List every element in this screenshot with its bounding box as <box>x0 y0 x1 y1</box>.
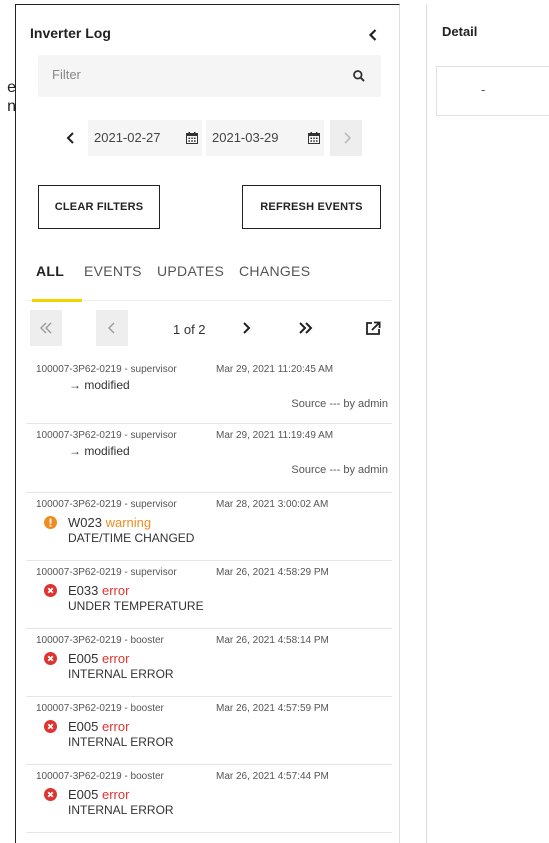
entry-device: 100007-3P62-0219 - supervisor <box>36 499 177 510</box>
chevron-left-icon <box>368 29 377 41</box>
page: e n Inverter Log 2021-02-27 <box>0 0 549 843</box>
entry-time: Mar 26, 2021 4:58:14 PM <box>216 635 329 646</box>
background-text-line-2: n <box>7 98 16 115</box>
list-item[interactable]: 100007-3P62-0219 - supervisor Mar 26, 20… <box>26 561 392 629</box>
entry-description: INTERNAL ERROR <box>68 667 174 681</box>
export-icon <box>366 321 381 335</box>
entry-time: Mar 29, 2021 11:19:49 AM <box>216 430 334 441</box>
entry-description: INTERNAL ERROR <box>68 735 174 749</box>
entry-time: Mar 26, 2021 4:58:29 PM <box>216 567 329 578</box>
last-page-button[interactable] <box>294 310 318 346</box>
entry-source: Source --- by admin <box>291 464 388 476</box>
chevron-left-icon <box>66 132 74 144</box>
double-chevron-right-icon <box>299 322 313 334</box>
entry-severity: error <box>102 583 130 598</box>
entry-change: → modified <box>69 444 130 458</box>
warning-circle-icon <box>44 516 57 529</box>
tab-updates[interactable]: UPDATES <box>157 263 224 301</box>
date-from-field[interactable]: 2021-02-27 <box>88 120 202 156</box>
entry-description: DATE/TIME CHANGED <box>68 531 195 545</box>
list-item[interactable]: 100007-3P62-0219 - booster Mar 26, 2021 … <box>26 765 392 833</box>
background-text-line-1: e <box>7 79 16 96</box>
date-range: 2021-02-27 2021-03-29 <box>64 120 384 156</box>
entry-description: INTERNAL ERROR <box>68 803 174 817</box>
list-item[interactable]: 100007-3P62-0219 - supervisor Mar 28, 20… <box>26 493 392 561</box>
inverter-log-panel: Inverter Log 2021-02-27 <box>15 4 400 843</box>
double-chevron-left-icon <box>40 322 52 334</box>
error-circle-icon <box>44 584 57 597</box>
clear-filters-button[interactable]: CLEAR FILTERS <box>38 185 160 229</box>
chevron-right-icon <box>243 322 251 334</box>
tab-events[interactable]: EVENTS <box>84 263 142 301</box>
entry-time: Mar 26, 2021 4:57:59 PM <box>216 703 329 714</box>
date-next-button[interactable] <box>330 120 362 156</box>
entry-device: 100007-3P62-0219 - booster <box>36 703 164 714</box>
entry-code: W023 <box>68 515 102 530</box>
entry-time: Mar 26, 2021 4:57:44 PM <box>216 771 329 782</box>
list-item[interactable]: 100007-3P62-0219 - supervisor Mar 29, 20… <box>26 358 392 424</box>
calendar-icon[interactable] <box>308 132 320 144</box>
chevron-right-icon <box>344 132 352 144</box>
filter-box <box>38 55 381 97</box>
pager: 1 of 2 <box>28 308 393 350</box>
entry-code: E005 <box>68 719 99 734</box>
entry-change: → modified <box>69 378 130 392</box>
entry-code: E005 <box>68 787 99 802</box>
entry-time: Mar 28, 2021 3:00:02 AM <box>216 499 329 510</box>
error-circle-icon <box>44 652 57 665</box>
date-from-value: 2021-02-27 <box>94 130 161 145</box>
tab-changes[interactable]: CHANGES <box>239 263 310 301</box>
entry-code: E005 <box>68 651 99 666</box>
detail-box: - <box>436 66 549 116</box>
entry-source: Source --- by admin <box>291 398 388 410</box>
next-page-button[interactable] <box>236 310 260 346</box>
list-item[interactable]: 100007-3P62-0219 - supervisor Mar 29, 20… <box>26 424 392 493</box>
list-item[interactable]: 100007-3P62-0219 - booster Mar 26, 2021 … <box>26 629 392 697</box>
entry-device: 100007-3P62-0219 - supervisor <box>36 567 177 578</box>
entry-device: 100007-3P62-0219 - booster <box>36 635 164 646</box>
event-list: 100007-3P62-0219 - supervisor Mar 29, 20… <box>26 358 392 833</box>
date-to-value: 2021-03-29 <box>212 130 279 145</box>
entry-code: E033 <box>68 583 99 598</box>
error-circle-icon <box>44 788 57 801</box>
detail-panel: Detail - <box>426 4 549 843</box>
entry-severity: error <box>102 787 130 802</box>
entry-severity: warning <box>105 515 152 530</box>
chevron-left-icon <box>108 322 115 334</box>
panel-title: Inverter Log <box>30 25 111 41</box>
detail-value: - <box>481 82 486 97</box>
date-to-field[interactable]: 2021-03-29 <box>206 120 324 156</box>
entry-device: 100007-3P62-0219 - supervisor <box>36 364 177 375</box>
date-prev-button[interactable] <box>64 130 78 146</box>
prev-page-button[interactable] <box>96 310 128 346</box>
entry-time: Mar 29, 2021 11:20:45 AM <box>216 364 334 375</box>
calendar-icon[interactable] <box>186 132 198 144</box>
first-page-button[interactable] <box>30 310 62 346</box>
filter-input[interactable] <box>52 67 332 82</box>
entry-severity: error <box>102 651 130 666</box>
entry-severity: error <box>102 719 130 734</box>
export-button[interactable] <box>362 310 386 346</box>
background-text: e n <box>0 78 16 116</box>
refresh-events-button[interactable]: REFRESH EVENTS <box>242 185 381 229</box>
tab-all[interactable]: ALL <box>31 263 83 302</box>
search-icon[interactable] <box>352 69 366 83</box>
entry-device: 100007-3P62-0219 - booster <box>36 771 164 782</box>
tab-bar: ALL EVENTS UPDATES CHANGES <box>26 263 391 302</box>
entry-description: UNDER TEMPERATURE <box>68 599 204 613</box>
entry-device: 100007-3P62-0219 - supervisor <box>36 430 177 441</box>
list-item[interactable]: 100007-3P62-0219 - booster Mar 26, 2021 … <box>26 697 392 765</box>
page-count: 1 of 2 <box>173 322 206 337</box>
error-circle-icon <box>44 720 57 733</box>
detail-title: Detail <box>442 24 478 39</box>
collapse-button[interactable] <box>365 27 381 43</box>
